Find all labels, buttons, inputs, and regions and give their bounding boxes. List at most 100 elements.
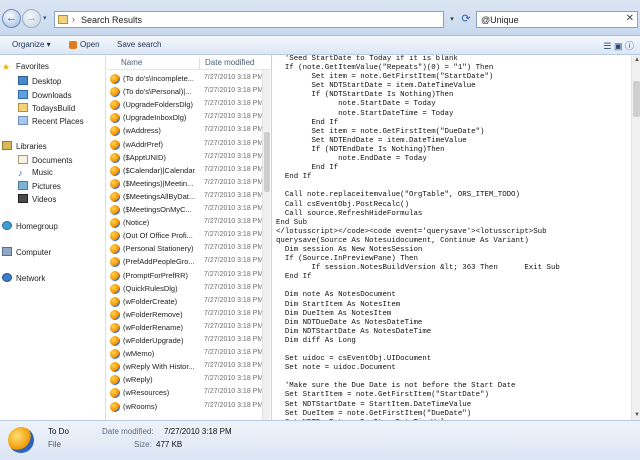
open-button[interactable]: Open bbox=[80, 40, 100, 49]
music-icon: ♪ bbox=[18, 168, 23, 178]
file-row[interactable]: (wMemo) 7/27/2010 3:18 PM bbox=[107, 347, 262, 360]
nav-music[interactable]: ♪ Music bbox=[18, 168, 53, 178]
file-row[interactable]: (wFolderRemove) 7/27/2010 3:18 PM bbox=[107, 308, 262, 321]
file-date-modified: 7/27/2010 3:18 PM bbox=[204, 270, 262, 278]
file-row[interactable]: (wAddress) 7/27/2010 3:18 PM bbox=[107, 124, 262, 137]
file-date-modified: 7/27/2010 3:18 PM bbox=[204, 139, 262, 147]
refresh-icon[interactable]: ⟳ bbox=[458, 11, 474, 28]
file-name: (wReply) bbox=[123, 375, 153, 385]
address-bar[interactable]: › Search Results bbox=[54, 11, 444, 28]
file-name: (Out Of Office Profi... bbox=[123, 231, 193, 241]
preview-scroll-thumb[interactable] bbox=[633, 81, 640, 117]
nav-videos[interactable]: Videos bbox=[18, 194, 56, 204]
nav-pictures[interactable]: Pictures bbox=[18, 181, 61, 191]
nav-homegroup-label: Homegroup bbox=[16, 222, 58, 231]
nav-documents[interactable]: Documents bbox=[18, 155, 72, 165]
details-file-name: To Do bbox=[48, 427, 69, 436]
file-row[interactable]: ($MeetingsAllByDat... 7/27/2010 3:18 PM bbox=[107, 190, 262, 203]
column-header-name[interactable]: Name bbox=[121, 58, 142, 67]
file-row[interactable]: ($ApptUNID) 7/27/2010 3:18 PM bbox=[107, 151, 262, 164]
file-list-scroll-thumb[interactable] bbox=[264, 132, 270, 192]
preview-pane: 'Seed StartDate to Today if it is blank … bbox=[271, 55, 640, 420]
nav-homegroup[interactable]: Homegroup bbox=[2, 221, 58, 231]
breadcrumb-search-results[interactable]: Search Results bbox=[81, 15, 142, 25]
file-row[interactable]: (Notice) 7/27/2010 3:18 PM bbox=[107, 216, 262, 229]
details-file-type: File bbox=[48, 440, 61, 449]
file-row[interactable]: (UpgradeFoldersDlg) 7/27/2010 3:18 PM bbox=[107, 98, 262, 111]
nav-todaysbuild[interactable]: TodaysBuild bbox=[18, 103, 75, 113]
clear-search-icon[interactable]: ✕ bbox=[626, 13, 634, 24]
nav-computer-label: Computer bbox=[16, 248, 52, 257]
file-name: (Notice) bbox=[123, 218, 150, 228]
file-row[interactable]: (UpgradeInboxDlg) 7/27/2010 3:18 PM bbox=[107, 111, 262, 124]
file-row[interactable]: (wReply) 7/27/2010 3:18 PM bbox=[107, 373, 262, 386]
file-name: ($MeetingsOnMyC... bbox=[123, 205, 192, 214]
search-input-value[interactable]: @Unique bbox=[481, 15, 519, 25]
organize-button[interactable]: Organize ▾ bbox=[12, 40, 51, 49]
file-row[interactable]: ($Meetings)|Meetin... 7/27/2010 3:18 PM bbox=[107, 177, 262, 190]
star-icon: ★ bbox=[2, 62, 11, 72]
file-row[interactable]: ($MeetingsOnMyC... 7/27/2010 3:18 PM bbox=[107, 203, 262, 216]
file-row[interactable]: (PrefAddPeopleGro... 7/27/2010 3:18 PM bbox=[107, 255, 262, 268]
computer-icon bbox=[2, 247, 12, 256]
recent-pages-chevron-icon[interactable]: ▾ bbox=[43, 14, 47, 22]
details-pane: To Do File Date modified: 7/27/2010 3:18… bbox=[0, 420, 640, 460]
file-row[interactable]: (wResources) 7/27/2010 3:18 PM bbox=[107, 386, 262, 399]
notes-file-icon bbox=[110, 178, 120, 189]
notes-file-icon bbox=[110, 349, 120, 360]
notes-file-icon bbox=[110, 296, 120, 307]
file-row[interactable]: (wFolderUpgrade) 7/27/2010 3:18 PM bbox=[107, 334, 262, 347]
scroll-up-icon[interactable]: ▲ bbox=[632, 55, 640, 65]
notes-file-icon bbox=[110, 126, 120, 137]
nav-favorites[interactable]: ★ Favorites bbox=[2, 62, 49, 72]
breadcrumb-chevron-icon[interactable]: › bbox=[72, 14, 75, 24]
nav-documents-label: Documents bbox=[32, 156, 73, 165]
notes-file-icon bbox=[110, 322, 120, 333]
file-name: (PrefAddPeopleGro... bbox=[123, 257, 195, 267]
file-row[interactable]: (Out Of Office Profi... 7/27/2010 3:18 PM bbox=[107, 229, 262, 242]
file-name: (wReply With Histor... bbox=[123, 362, 195, 372]
file-row[interactable]: (wRooms) 7/27/2010 3:18 PM bbox=[107, 400, 262, 413]
file-row[interactable]: (To do's\Incomplete... 7/27/2010 3:18 PM bbox=[107, 72, 262, 85]
nav-desktop[interactable]: Desktop bbox=[18, 76, 61, 86]
open-icon bbox=[69, 41, 77, 49]
file-row[interactable]: (wFolderCreate) 7/27/2010 3:18 PM bbox=[107, 295, 262, 308]
view-options-icon[interactable]: ☰ ▣ ⓘ bbox=[603, 39, 634, 52]
notes-file-icon bbox=[110, 244, 120, 255]
notes-file-icon bbox=[110, 165, 120, 176]
file-row[interactable]: (To do's\Personal)|... 7/27/2010 3:18 PM bbox=[107, 85, 262, 98]
file-row[interactable]: (wFolderRename) 7/27/2010 3:18 PM bbox=[107, 321, 262, 334]
column-header-date-modified[interactable]: Date modified bbox=[205, 58, 254, 67]
file-row[interactable]: ($Calendar)|Calendar 7/27/2010 3:18 PM bbox=[107, 164, 262, 177]
column-divider[interactable] bbox=[199, 58, 200, 69]
search-input[interactable]: @Unique ✕ bbox=[476, 11, 638, 28]
file-list-scrollbar[interactable] bbox=[262, 70, 270, 420]
file-row[interactable]: (Personal Stationery) 7/27/2010 3:18 PM bbox=[107, 242, 262, 255]
file-row[interactable]: (QuickRulesDlg) 7/27/2010 3:18 PM bbox=[107, 282, 262, 295]
address-dropdown-chevron-icon[interactable]: ▾ bbox=[446, 11, 458, 28]
preview-scrollbar[interactable]: ▲ ▼ bbox=[631, 55, 640, 420]
nav-libraries-label: Libraries bbox=[16, 142, 47, 151]
nav-downloads[interactable]: Downloads bbox=[18, 90, 72, 100]
pictures-icon bbox=[18, 181, 28, 190]
notes-file-icon bbox=[110, 283, 120, 294]
file-date-modified: 7/27/2010 3:18 PM bbox=[204, 296, 262, 304]
file-date-modified: 7/27/2010 3:18 PM bbox=[204, 257, 262, 265]
file-row[interactable]: (PromptForPrefRR) 7/27/2010 3:18 PM bbox=[107, 269, 262, 282]
file-row[interactable]: (wReply With Histor... 7/27/2010 3:18 PM bbox=[107, 360, 262, 373]
back-button[interactable]: ← bbox=[2, 9, 21, 28]
forward-button[interactable]: → bbox=[22, 9, 41, 28]
nav-videos-label: Videos bbox=[32, 195, 57, 204]
file-name: (QuickRulesDlg) bbox=[123, 283, 178, 293]
nav-recent-places[interactable]: Recent Places bbox=[18, 116, 84, 126]
scroll-down-icon[interactable]: ▼ bbox=[632, 410, 640, 420]
file-row[interactable]: (wAddrPref) 7/27/2010 3:18 PM bbox=[107, 138, 262, 151]
save-search-button[interactable]: Save search bbox=[117, 40, 161, 49]
file-date-modified: 7/27/2010 3:18 PM bbox=[204, 244, 262, 252]
file-date-modified: 7/27/2010 3:18 PM bbox=[204, 322, 262, 330]
file-name: (wFolderCreate) bbox=[123, 296, 178, 306]
nav-network[interactable]: Network bbox=[2, 273, 45, 283]
notes-file-icon bbox=[110, 336, 120, 346]
nav-computer[interactable]: Computer bbox=[2, 247, 51, 257]
nav-libraries[interactable]: Libraries bbox=[2, 141, 47, 151]
